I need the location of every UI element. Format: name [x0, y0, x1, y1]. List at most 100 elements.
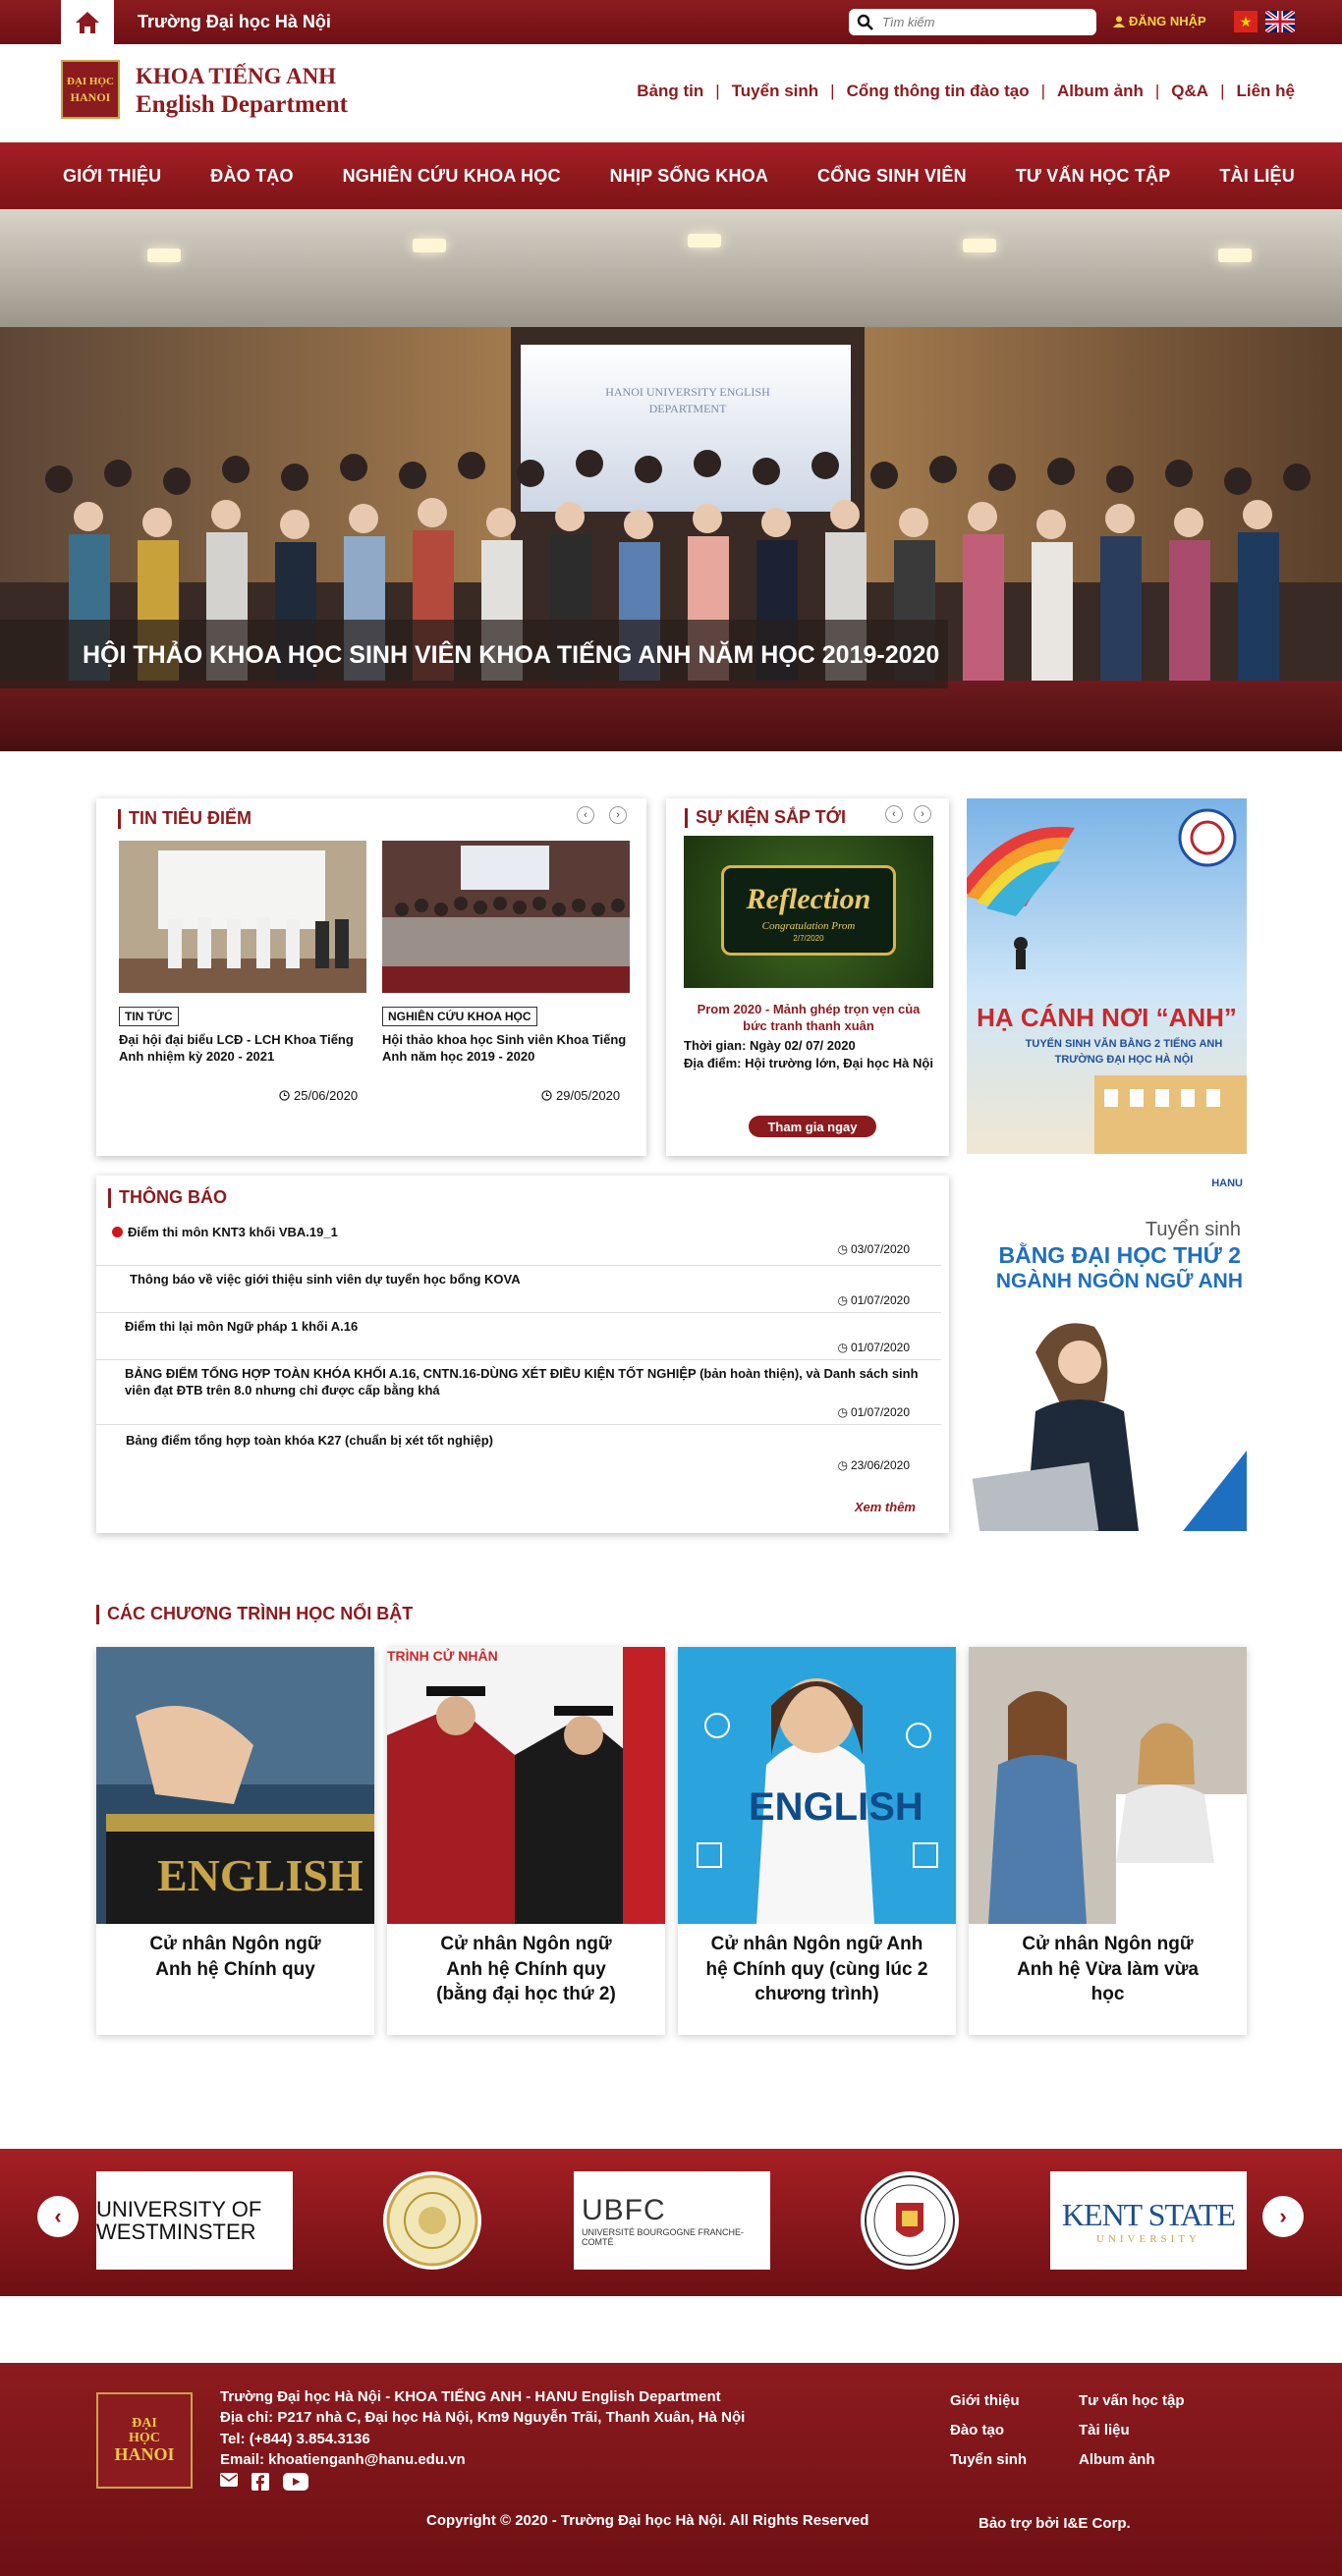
login-link[interactable]: ĐĂNG NHẬP	[1113, 14, 1206, 28]
partner-ubfc-name: UBFC	[582, 2194, 666, 2226]
notice-row[interactable]: Điểm thi môn KNT3 khối VBA.19_1 ◷ 03/07/2…	[96, 1219, 941, 1266]
footer-phone: Tel: (+844) 3.854.3136	[220, 2430, 370, 2447]
notice-text[interactable]: BẢNG ĐIỂM TỔNG HỢP TOÀN KHÓA KHỐI A.16, …	[125, 1366, 930, 1399]
mail-icon[interactable]	[220, 2473, 238, 2495]
home-button[interactable]	[61, 0, 114, 44]
events-next-button[interactable]: ›	[914, 805, 931, 823]
youtube-icon[interactable]	[283, 2473, 308, 2495]
sponsor-credit: Bảo trợ bởi I&E Corp.	[979, 2515, 1131, 2532]
event-time: Thời gian: Ngày 02/ 07/ 2020	[684, 1038, 856, 1053]
event-title[interactable]: Prom 2020 - Mảnh ghép trọn vẹn của bức t…	[684, 1002, 933, 1035]
program-image-3[interactable]: ENGLISH	[678, 1647, 956, 1924]
quick-link-admissions[interactable]: Tuyển sinh	[732, 82, 818, 101]
notice-row[interactable]: Thông báo về việc giới thiệu sinh viên d…	[96, 1266, 941, 1313]
university-name[interactable]: Trường Đại học Hà Nội	[138, 12, 331, 32]
program-label-3[interactable]: Cử nhân Ngôn ngữ Anh hệ Chính quy (cùng …	[678, 1932, 956, 2007]
partner-seal-2[interactable]	[861, 2171, 959, 2270]
nav-item-research[interactable]: NGHIÊN CỨU KHOA HỌC	[343, 166, 561, 187]
program-card-4[interactable]: Cử nhân Ngôn ngữ Anh hệ Vừa làm vừa học	[969, 1647, 1247, 2035]
notice-date: ◷ 03/07/2020	[837, 1242, 910, 1256]
banner2-line-3: NGÀNH NGÔN NGỮ ANH	[995, 1270, 1243, 1292]
poster-subtitle: Congratulation Prom	[761, 920, 856, 932]
partner-seal-1[interactable]	[383, 2171, 481, 2270]
news-image-1[interactable]	[119, 841, 366, 993]
admission-banner-1[interactable]: HẠ CÁNH NƠI “ANH” TUYỂN SINH VĂN BẰNG 2 …	[967, 798, 1247, 1154]
program-label-1[interactable]: Cử nhân Ngôn ngữ Anh hệ Chính quy	[96, 1932, 374, 1982]
svg-text:ENGLISH: ENGLISH	[749, 1785, 923, 1829]
banner2-line-2: BẰNG ĐẠI HỌC THỨ 2	[998, 1242, 1241, 1268]
footer-link-training[interactable]: Đào tạo	[950, 2416, 1027, 2445]
news-date-1: 25/06/2020	[279, 1088, 358, 1103]
notice-row[interactable]: Bảng điểm tổng hợp toàn khóa K27 (chuẩn …	[96, 1425, 941, 1478]
news-tag-1[interactable]: TIN TỨC	[119, 1007, 179, 1026]
notice-text[interactable]: Bảng điểm tổng hợp toàn khóa K27 (chuẩn …	[126, 1433, 493, 1450]
hero-banner[interactable]: HANOI UNIVERSITY ENGLISH DEPARTMENT HỘI …	[0, 209, 1342, 751]
quick-link-qa[interactable]: Q&A	[1171, 82, 1208, 101]
partner-ubfc[interactable]: UBFC UNIVERSITÉ BOURGOGNE FRANCHE-COMTÉ	[574, 2171, 770, 2270]
events-title: SỰ KIỆN SẮP TỚI	[685, 807, 846, 828]
footer-link-about[interactable]: Giới thiệu	[950, 2386, 1027, 2416]
vietnamese-flag-icon[interactable]: ★	[1234, 11, 1258, 32]
program-image-2[interactable]: TRÌNH CỬ NHÂN	[387, 1647, 665, 1924]
partner-westminster-name: UNIVERSITY OF WESTMINSTER	[96, 2196, 262, 2244]
partner-westminster[interactable]: UNIVERSITY OF WESTMINSTER	[96, 2171, 293, 2270]
nav-item-training[interactable]: ĐÀO TẠO	[210, 166, 293, 187]
news-title-1[interactable]: Đại hội đại biểu LCĐ - LCH Khoa Tiếng An…	[119, 1032, 369, 1066]
search-box[interactable]	[849, 9, 1096, 35]
svg-text:ENGLISH: ENGLISH	[157, 1850, 363, 1900]
news-tag-2[interactable]: NGHIÊN CỨU KHOA HỌC	[382, 1007, 537, 1026]
facebook-icon[interactable]	[252, 2473, 269, 2495]
footer-link-documents[interactable]: Tài liệu	[1079, 2416, 1185, 2445]
partners-prev-button[interactable]: ‹	[37, 2196, 79, 2237]
event-poster[interactable]: Reflection Congratulation Prom 2/7/2020	[684, 836, 933, 988]
footer-link-advice[interactable]: Tư vấn học tập	[1079, 2386, 1185, 2416]
hero-caption-text[interactable]: HỘI THẢO KHOA HỌC SINH VIÊN KHOA TIẾNG A…	[83, 641, 939, 670]
program-label-4[interactable]: Cử nhân Ngôn ngữ Anh hệ Vừa làm vừa học	[969, 1932, 1247, 2007]
nav-item-faculty-life[interactable]: NHỊP SỐNG KHOA	[610, 166, 769, 187]
featured-next-button[interactable]: ›	[609, 806, 627, 824]
news-image-2[interactable]	[382, 841, 630, 993]
footer-social	[220, 2473, 308, 2495]
program-card-2[interactable]: TRÌNH CỬ NHÂN Cử nhân Ngôn ngữ Anh hệ Ch…	[387, 1647, 665, 2035]
university-seal-icon	[386, 2174, 478, 2267]
partner-kent-state[interactable]: KENT STATE UNIVERSITY	[1050, 2171, 1247, 2270]
program-image-1[interactable]: ENGLISH	[96, 1647, 374, 1924]
program-card-1[interactable]: ENGLISH Cử nhân Ngôn ngữ Anh hệ Chính qu…	[96, 1647, 374, 2035]
program-label-2[interactable]: Cử nhân Ngôn ngữ Anh hệ Chính quy (bằng …	[387, 1932, 665, 2007]
nav-item-documents[interactable]: TÀI LIỆU	[1219, 166, 1295, 187]
events-prev-button[interactable]: ‹	[885, 805, 903, 823]
quick-link-album[interactable]: Album ảnh	[1057, 82, 1144, 101]
student-laptop-illustration	[972, 1323, 1247, 1531]
home-icon	[76, 11, 99, 33]
notice-row[interactable]: Điểm thi lại môn Ngữ pháp 1 khối A.16 ◷ 0…	[96, 1313, 941, 1360]
program-image-4[interactable]	[969, 1647, 1247, 1924]
quick-link-contact[interactable]: Liên hệ	[1236, 82, 1295, 101]
nav-item-student-portal[interactable]: CỔNG SINH VIÊN	[817, 166, 967, 187]
partner-kent-subtitle: UNIVERSITY	[1096, 2232, 1201, 2245]
join-event-button[interactable]: Tham gia ngay	[749, 1116, 876, 1137]
nav-item-study-advice[interactable]: TƯ VẤN HỌC TẬP	[1016, 166, 1171, 187]
nav-item-about[interactable]: GIỚI THIỆU	[63, 166, 161, 187]
see-more-link[interactable]: Xem thêm	[855, 1500, 916, 1514]
program-card-3[interactable]: ENGLISH Cử nhân Ngôn ngữ Anh hệ Chính qu…	[678, 1647, 956, 2035]
footer-email[interactable]: Email: khoatienganh@hanu.edu.vn	[220, 2449, 745, 2470]
news-title-2[interactable]: Hội thảo khoa học Sinh viên Khoa Tiếng A…	[382, 1032, 633, 1066]
notice-text[interactable]: Điểm thi lại môn Ngữ pháp 1 khối A.16	[125, 1319, 358, 1336]
footer-link-admissions[interactable]: Tuyển sinh	[950, 2445, 1027, 2475]
partners-next-button[interactable]: ›	[1262, 2196, 1304, 2237]
login-label: ĐĂNG NHẬP	[1129, 14, 1206, 28]
quick-link-news[interactable]: Bảng tin	[637, 82, 703, 101]
quick-link-training-portal[interactable]: Cổng thông tin đào tạo	[847, 82, 1030, 101]
banner2-line-1: Tuyển sinh	[1145, 1219, 1241, 1240]
notice-text[interactable]: Điểm thi môn KNT3 khối VBA.19_1	[128, 1225, 338, 1241]
notice-text[interactable]: Thông báo về việc giới thiệu sinh viên d…	[130, 1272, 521, 1288]
search-icon[interactable]	[857, 14, 874, 31]
search-input[interactable]	[882, 15, 1079, 29]
notice-row[interactable]: BẢNG ĐIỂM TỔNG HỢP TOÀN KHÓA KHỐI A.16, …	[96, 1360, 941, 1425]
hanu-logo[interactable]: ĐẠI HỌC HANOI	[61, 60, 120, 119]
english-flag-icon[interactable]	[1265, 11, 1295, 32]
chevron-left-icon: ‹	[54, 2204, 62, 2228]
footer-link-album[interactable]: Album ảnh	[1079, 2445, 1185, 2475]
featured-prev-button[interactable]: ‹	[577, 806, 594, 824]
admission-banner-2[interactable]: HANU Tuyển sinh BẰNG ĐẠI HỌC THỨ 2 NGÀNH…	[967, 1176, 1247, 1531]
